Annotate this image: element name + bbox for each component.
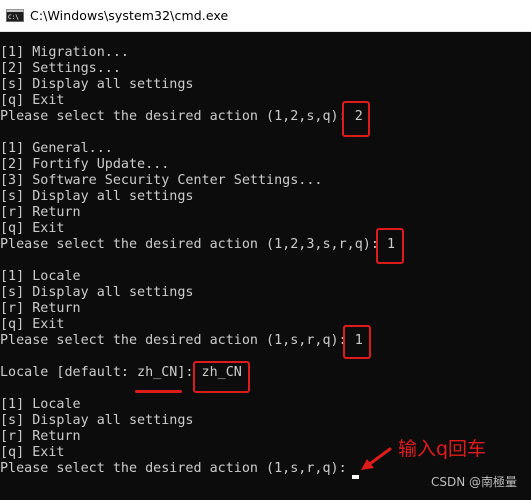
console-line: [r] Return	[0, 301, 81, 316]
console-line: [2] Fortify Update...	[0, 157, 170, 172]
console-line: [q] Exit	[0, 445, 65, 460]
console-line: [q] Exit	[0, 93, 65, 108]
arrow-icon	[361, 447, 392, 470]
cmd-window: C:\ C:\Windows\system32\cmd.exe [1] Migr…	[0, 0, 531, 500]
title-bar[interactable]: C:\ C:\Windows\system32\cmd.exe	[0, 0, 531, 32]
text-cursor	[352, 475, 359, 479]
console-line: [1] Locale	[0, 269, 81, 284]
highlight-box-input-2	[342, 101, 370, 137]
console-line: [r] Return	[0, 205, 81, 220]
console-line: [1] General...	[0, 141, 113, 156]
console-line: Please select the desired action (1,2,3,…	[0, 237, 396, 252]
console-line: [2] Settings...	[0, 61, 121, 76]
console-line: Please select the desired action (1,s,r,…	[0, 461, 355, 476]
console-line: [3] Software Security Center Settings...	[0, 173, 323, 188]
console-line: [r] Return	[0, 429, 81, 444]
window-title: C:\Windows\system32\cmd.exe	[30, 8, 229, 23]
console-line: [q] Exit	[0, 221, 65, 236]
console-line: [1] Migration...	[0, 45, 129, 60]
highlight-box-locale-input	[193, 361, 250, 393]
console-line: Please select the desired action (1,2,s,…	[0, 109, 363, 124]
console-output[interactable]: [1] Migration... [2] Settings... [s] Dis…	[0, 45, 531, 500]
console-line: [q] Exit	[0, 317, 65, 332]
highlight-underline-default	[135, 390, 182, 393]
watermark: CSDN @南極量	[430, 475, 517, 489]
console-line: [s] Display all settings	[0, 413, 194, 428]
highlight-box-input-1	[376, 228, 404, 264]
cmd-icon: C:\	[6, 9, 24, 22]
annotation-hint: 输入q回车	[398, 438, 487, 460]
console-line: [1] Locale	[0, 397, 81, 412]
console-line: Please select the desired action (1,s,r,…	[0, 333, 363, 348]
console-line: [s] Display all settings	[0, 285, 194, 300]
highlight-box-input-1	[343, 325, 371, 359]
console-line: [s] Display all settings	[0, 77, 194, 92]
svg-text:C:\: C:\	[8, 14, 19, 21]
console-line: [s] Display all settings	[0, 189, 194, 204]
